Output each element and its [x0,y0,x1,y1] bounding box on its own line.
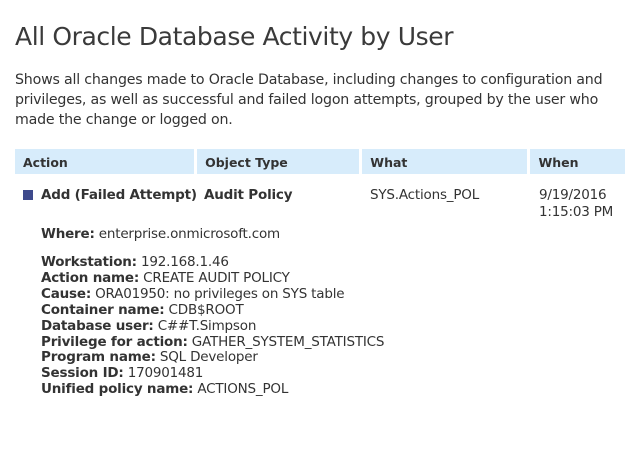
report-description: Shows all changes made to Oracle Databas… [15,72,603,128]
cell-object-type: Audit Policy [204,187,293,203]
detail-value: ACTIONS_POL [197,381,289,398]
detail-cause: Cause: ORA01950: no privileges on SYS ta… [41,285,384,303]
detail-value: ORA01950: no privileges on SYS table [95,285,345,302]
column-header-action[interactable]: Action [15,149,195,174]
where-value: enterprise.onmicrosoft.com [98,226,280,242]
detail-privilege-for-action: Privilege for action: GATHER_SYSTEM_STAT… [41,333,385,351]
detail-program-name: Program name: SQL Developer [41,349,384,366]
detail-session-id: Session ID: 170901481 [41,365,384,382]
where-label: Where: [41,226,95,242]
detail-label: Workstation: [41,254,137,270]
column-header-what[interactable]: What [362,149,528,174]
report-title: All Oracle Database Activity by User [15,22,454,51]
detail-value: SQL Developer [159,349,258,366]
cell-action: Add (Failed Attempt) [41,187,197,203]
detail-value: CDB$ROOT [168,301,244,318]
row-marker-icon [23,190,33,200]
detail-unified-policy-name: Unified policy name: ACTIONS_POL [41,381,384,398]
detail-label: Privilege for action: [41,333,188,350]
cell-when: 9/19/2016 1:15:03 PM [539,187,613,221]
detail-label: Program name: [41,349,156,366]
detail-label: Session ID: [41,365,124,382]
detail-value: 192.168.1.46 [140,254,229,270]
detail-label: Cause: [41,285,92,302]
table-header: Action Object Type What When [15,149,625,174]
detail-label: Container name: [41,301,165,318]
detail-value: GATHER_SYSTEM_STATISTICS [191,333,385,350]
detail-label: Unified policy name: [41,381,194,398]
where-line: Where: enterprise.onmicrosoft.com [41,226,280,242]
detail-label: Action name: [41,269,140,286]
detail-label: Database user: [41,317,154,334]
detail-workstation: Workstation: 192.168.1.46 [41,254,384,271]
column-header-object-type[interactable]: Object Type [197,149,360,174]
column-header-when[interactable]: When [530,149,625,174]
cell-what: SYS.Actions_POL [370,187,480,203]
detail-action-name: Action name: CREATE AUDIT POLICY [41,269,384,287]
detail-value: 170901481 [127,365,204,382]
cell-when-date: 9/19/2016 [539,187,607,203]
detail-container-name: Container name: CDB$ROOT [41,301,384,319]
detail-value: CREATE AUDIT POLICY [143,269,290,286]
event-details: Workstation: 192.168.1.46 Action name: C… [41,254,385,398]
detail-value: C##T.Simpson [157,317,257,334]
detail-database-user: Database user: C##T.Simpson [41,317,384,335]
cell-when-time: 1:15:03 PM [539,204,614,220]
